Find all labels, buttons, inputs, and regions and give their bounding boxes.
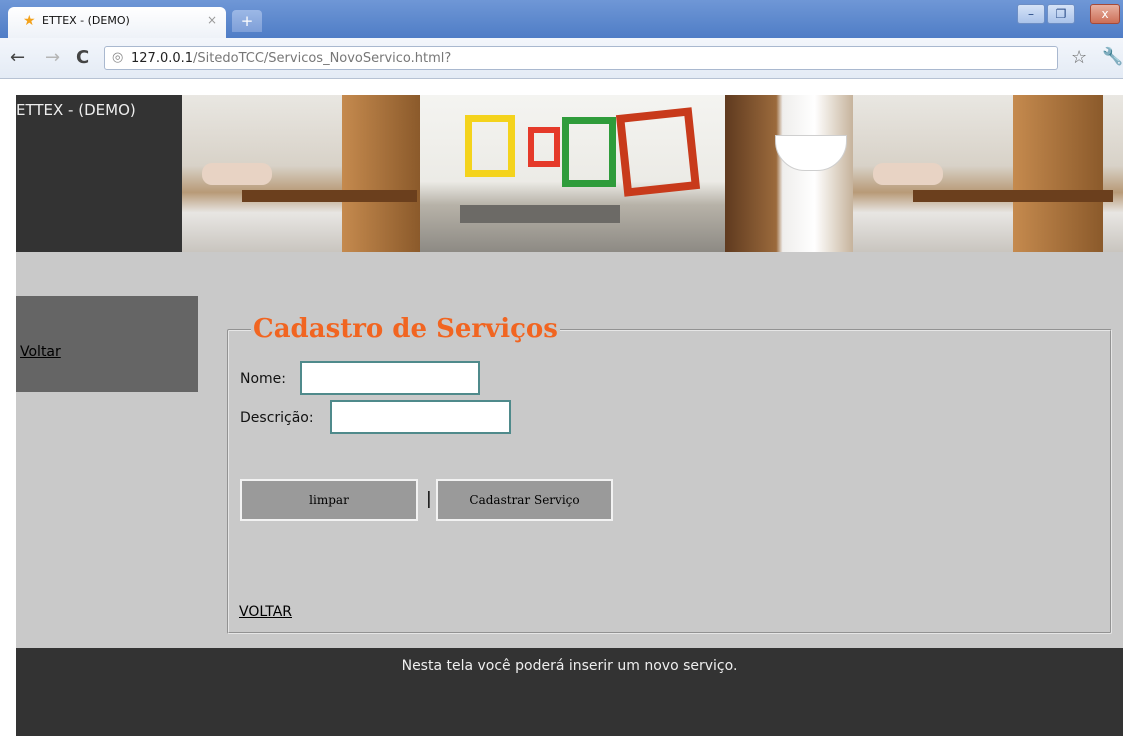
submit-button[interactable]: Cadastrar Serviço: [436, 479, 613, 521]
banner-wood-wall-2: [1013, 95, 1103, 252]
name-field[interactable]: [300, 361, 480, 395]
reload-icon[interactable]: C: [76, 47, 89, 68]
banner-mirror-red-small: [528, 127, 560, 167]
browser-titlebar: ★ ETTEX - (DEMO) × + – ❐ x: [0, 0, 1123, 38]
close-window-button[interactable]: x: [1090, 4, 1120, 24]
arrow-right-icon[interactable]: →: [45, 47, 60, 68]
address-bar[interactable]: ◎ 127.0.0.1/SitedoTCC/Servicos_NovoServi…: [104, 46, 1058, 70]
wrench-icon[interactable]: 🔧: [1102, 47, 1123, 67]
banner-wood-wall: [342, 95, 420, 252]
browser-tab[interactable]: ★ ETTEX - (DEMO) ×: [8, 7, 226, 38]
banner-person-2: [873, 163, 943, 185]
clear-button[interactable]: limpar: [240, 479, 418, 521]
browser-toolbar: ← → C ◎ 127.0.0.1/SitedoTCC/Servicos_Nov…: [0, 38, 1123, 79]
footer: Nesta tela você poderá inserir um novo s…: [16, 648, 1123, 736]
banner-shelf-2: [913, 190, 1113, 202]
back-link-bottom[interactable]: VOLTAR: [239, 604, 292, 620]
banner-person: [202, 163, 272, 185]
star-outline-icon[interactable]: ☆: [1071, 47, 1087, 68]
tab-title: ETTEX - (DEMO): [42, 14, 130, 27]
banner-mirrors-room: [420, 95, 725, 252]
header-banner-image: [182, 95, 1123, 252]
banner-sinks-room: [725, 95, 853, 252]
footer-text: Nesta tela você poderá inserir um novo s…: [401, 658, 738, 674]
description-field[interactable]: [330, 400, 511, 434]
page-icon: ◎: [112, 50, 124, 65]
button-separator: |: [426, 489, 432, 509]
banner-mirror-red-large: [615, 107, 701, 197]
arrow-left-icon[interactable]: ←: [10, 47, 25, 68]
form-title: Cadastro de Serviços: [251, 311, 560, 347]
banner-mirror-yellow: [465, 115, 515, 177]
url-path: /SitedoTCC/Servicos_NovoServico.html?: [193, 51, 452, 66]
banner-spa-room: [182, 95, 420, 252]
url-host: 127.0.0.1: [131, 51, 194, 66]
banner-sink: [775, 135, 847, 171]
description-label: Descrição:: [240, 410, 314, 426]
new-tab-button[interactable]: +: [232, 10, 262, 32]
site-brand: ETTEX - (DEMO): [16, 101, 136, 119]
maximize-button[interactable]: ❐: [1047, 4, 1075, 24]
header-brand-panel: ETTEX - (DEMO): [16, 95, 182, 252]
name-label: Nome:: [240, 371, 287, 387]
side-menu: Voltar: [16, 296, 198, 392]
close-tab-icon[interactable]: ×: [207, 13, 217, 27]
back-link[interactable]: Voltar: [20, 344, 61, 360]
star-icon: ★: [23, 13, 36, 29]
page: ETTEX - (DEMO) Voltar Cadastro de Serviç…: [0, 79, 1123, 736]
banner-counter: [460, 205, 620, 223]
service-form: Cadastro de Serviços Nome: Descrição: li…: [227, 311, 1112, 634]
minimize-button[interactable]: –: [1017, 4, 1045, 24]
address-url: 127.0.0.1/SitedoTCC/Servicos_NovoServico…: [131, 51, 451, 66]
banner-mirror-green: [562, 117, 616, 187]
banner-shelf: [242, 190, 417, 202]
banner-spa-room-repeat: [853, 95, 1123, 252]
content-area: Voltar Cadastro de Serviços Nome: Descri…: [16, 252, 1123, 648]
